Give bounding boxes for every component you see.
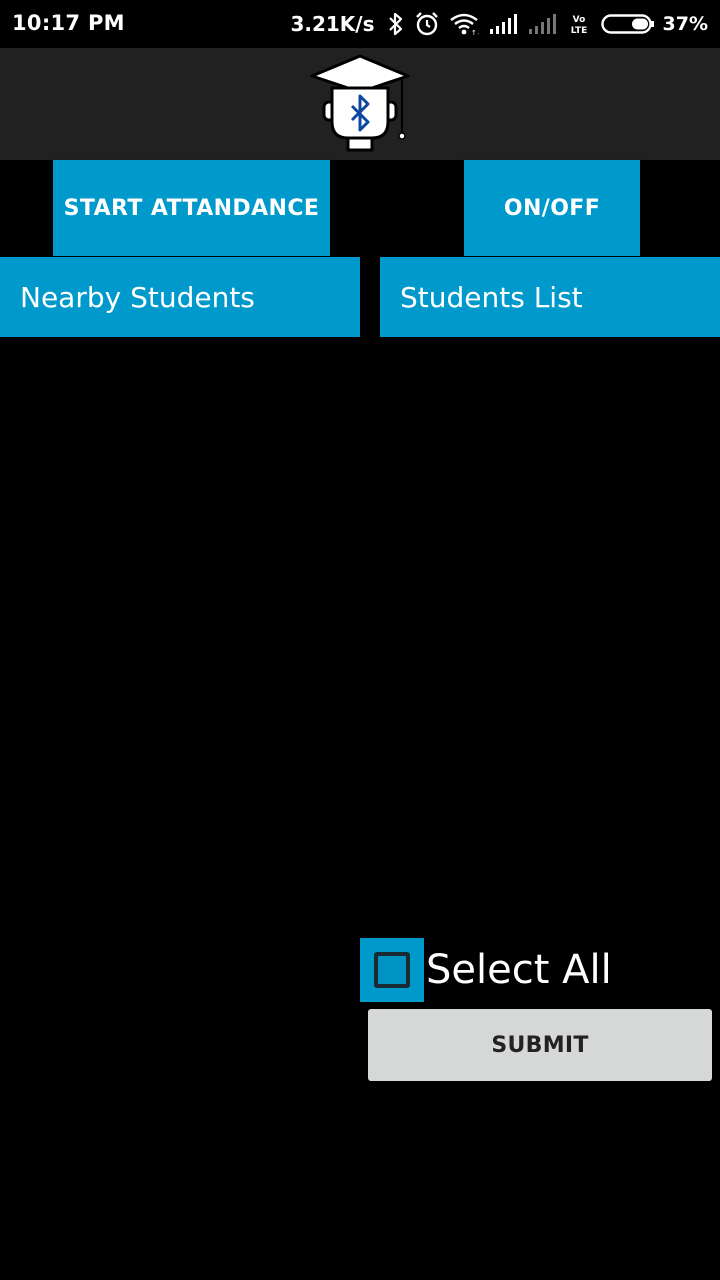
students-list-header: Students List (380, 257, 720, 337)
svg-text:↑↓: ↑↓ (471, 29, 479, 36)
status-time: 10:17 PM (12, 11, 125, 35)
volte-icon: Vo LTE (566, 12, 592, 36)
checkbox-box[interactable] (360, 938, 424, 1002)
alarm-icon (414, 11, 440, 37)
wifi-icon: ↑↓ (449, 12, 479, 36)
svg-text:Vo: Vo (572, 15, 585, 25)
battery-icon (600, 13, 655, 35)
battery-percent: 37% (662, 13, 708, 35)
status-bar: 10:17 PM 3.21K/s ↑↓ (0, 0, 720, 48)
checkbox-square-icon (374, 952, 410, 988)
signal-icon (488, 13, 518, 35)
nearby-students-header: Nearby Students (0, 257, 360, 337)
svg-text:LTE: LTE (570, 26, 587, 36)
start-attendance-button[interactable]: START ATTANDANCE (53, 160, 330, 256)
on-off-button[interactable]: ON/OFF (464, 160, 640, 256)
network-speed: 3.21K/s (290, 12, 375, 36)
bluetooth-icon (387, 11, 405, 37)
app-toolbar (0, 48, 720, 160)
status-icons: 3.21K/s ↑↓ (290, 8, 708, 40)
select-all-checkbox[interactable]: Select All (360, 938, 612, 1002)
select-all-label[interactable]: Select All (426, 938, 612, 1002)
signal-icon-2 (527, 13, 557, 35)
graduate-bluetooth-logo-icon (308, 52, 412, 156)
submit-button[interactable]: SUBMIT (368, 1009, 712, 1081)
